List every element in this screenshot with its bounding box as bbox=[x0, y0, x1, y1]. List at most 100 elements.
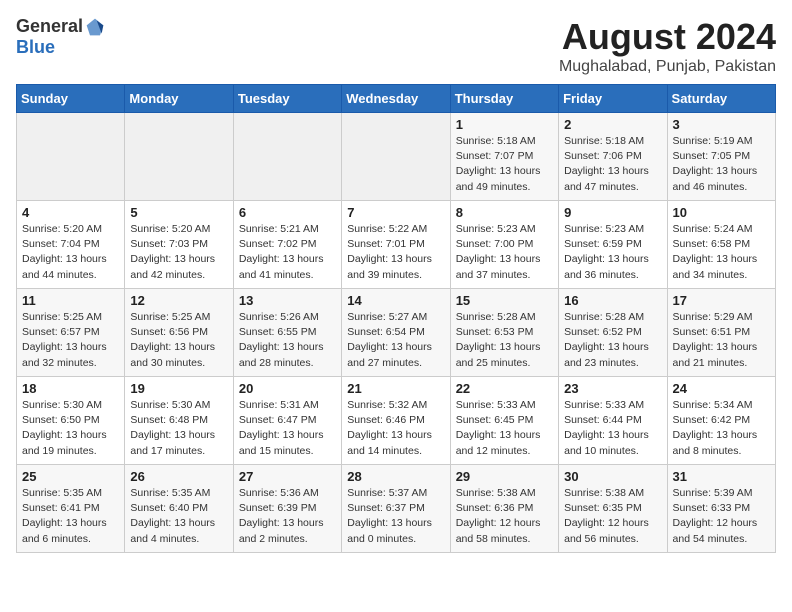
calendar-cell: 3Sunrise: 5:19 AMSunset: 7:05 PMDaylight… bbox=[667, 113, 775, 201]
day-info: Sunrise: 5:18 AMSunset: 7:06 PMDaylight:… bbox=[564, 134, 661, 195]
day-number: 8 bbox=[456, 205, 553, 220]
calendar-cell: 30 Sunrise: 5:38 AMSunset: 6:35 PMDayligh… bbox=[559, 465, 667, 553]
day-number: 6 bbox=[239, 205, 336, 220]
weekday-header-row: SundayMondayTuesdayWednesdayThursdayFrid… bbox=[17, 85, 776, 113]
calendar-cell: 11 Sunrise: 5:25 AMSunset: 6:57 PMDayligh… bbox=[17, 289, 125, 377]
month-title: August 2024 bbox=[559, 16, 776, 58]
day-number: 12 bbox=[130, 293, 227, 308]
calendar-cell: 28 Sunrise: 5:37 AMSunset: 6:37 PMDayligh… bbox=[342, 465, 450, 553]
calendar-cell bbox=[125, 113, 233, 201]
weekday-header-wednesday: Wednesday bbox=[342, 85, 450, 113]
calendar-week-row: 1 Sunrise: 5:18 AMSunset: 7:07 PMDaylight… bbox=[17, 113, 776, 201]
day-number: 19 bbox=[130, 381, 227, 396]
weekday-header-sunday: Sunday bbox=[17, 85, 125, 113]
calendar-cell: 24 Sunrise: 5:34 AMSunset: 6:42 PMDayligh… bbox=[667, 377, 775, 465]
day-info: Sunrise: 5:28 AMSunset: 6:52 PMDaylight:… bbox=[564, 310, 661, 371]
weekday-header-monday: Monday bbox=[125, 85, 233, 113]
day-number: 25 bbox=[22, 469, 119, 484]
day-number: 13 bbox=[239, 293, 336, 308]
day-info: Sunrise: 5:38 AMSunset: 6:36 PMDaylight:… bbox=[456, 486, 553, 547]
day-info: Sunrise: 5:25 AMSunset: 6:57 PMDaylight:… bbox=[22, 310, 119, 371]
day-info: Sunrise: 5:28 AMSunset: 6:53 PMDaylight:… bbox=[456, 310, 553, 371]
day-number: 2 bbox=[564, 117, 661, 132]
calendar-cell: 27Sunrise: 5:36 AMSunset: 6:39 PMDayligh… bbox=[233, 465, 341, 553]
calendar-cell: 17 Sunrise: 5:29 AMSunset: 6:51 PMDayligh… bbox=[667, 289, 775, 377]
calendar-table: SundayMondayTuesdayWednesdayThursdayFrid… bbox=[16, 84, 776, 553]
day-number: 24 bbox=[673, 381, 770, 396]
day-info: Sunrise: 5:27 AMSunset: 6:54 PMDaylight:… bbox=[347, 310, 444, 371]
day-info: Sunrise: 5:23 AMSunset: 7:00 PMDaylight:… bbox=[456, 222, 553, 283]
day-number: 31 bbox=[673, 469, 770, 484]
day-number: 1 bbox=[456, 117, 553, 132]
day-number: 16 bbox=[564, 293, 661, 308]
calendar-cell: 19Sunrise: 5:30 AMSunset: 6:48 PMDayligh… bbox=[125, 377, 233, 465]
day-info: Sunrise: 5:35 AMSunset: 6:41 PMDaylight:… bbox=[22, 486, 119, 547]
day-info: Sunrise: 5:20 AMSunset: 7:03 PMDaylight:… bbox=[130, 222, 227, 283]
day-info: Sunrise: 5:26 AMSunset: 6:55 PMDaylight:… bbox=[239, 310, 336, 371]
day-info: Sunrise: 5:25 AMSunset: 6:56 PMDaylight:… bbox=[130, 310, 227, 371]
day-info: Sunrise: 5:33 AMSunset: 6:44 PMDaylight:… bbox=[564, 398, 661, 459]
day-info: Sunrise: 5:23 AMSunset: 6:59 PMDaylight:… bbox=[564, 222, 661, 283]
day-info: Sunrise: 5:22 AMSunset: 7:01 PMDaylight:… bbox=[347, 222, 444, 283]
day-number: 10 bbox=[673, 205, 770, 220]
weekday-header-friday: Friday bbox=[559, 85, 667, 113]
calendar-cell: 4 Sunrise: 5:20 AMSunset: 7:04 PMDaylight… bbox=[17, 201, 125, 289]
day-info: Sunrise: 5:19 AMSunset: 7:05 PMDaylight:… bbox=[673, 134, 770, 195]
calendar-cell bbox=[342, 113, 450, 201]
day-number: 11 bbox=[22, 293, 119, 308]
day-info: Sunrise: 5:37 AMSunset: 6:37 PMDaylight:… bbox=[347, 486, 444, 547]
calendar-cell: 23 Sunrise: 5:33 AMSunset: 6:44 PMDayligh… bbox=[559, 377, 667, 465]
calendar-cell: 5 Sunrise: 5:20 AMSunset: 7:03 PMDaylight… bbox=[125, 201, 233, 289]
weekday-header-thursday: Thursday bbox=[450, 85, 558, 113]
logo-icon bbox=[85, 17, 105, 37]
location-title: Mughalabad, Punjab, Pakistan bbox=[559, 58, 776, 76]
calendar-week-row: 11 Sunrise: 5:25 AMSunset: 6:57 PMDayligh… bbox=[17, 289, 776, 377]
calendar-cell: 7Sunrise: 5:22 AMSunset: 7:01 PMDaylight… bbox=[342, 201, 450, 289]
day-number: 5 bbox=[130, 205, 227, 220]
logo-blue-text: Blue bbox=[16, 37, 55, 58]
day-number: 22 bbox=[456, 381, 553, 396]
day-number: 20 bbox=[239, 381, 336, 396]
day-info: Sunrise: 5:29 AMSunset: 6:51 PMDaylight:… bbox=[673, 310, 770, 371]
logo-general-text: General bbox=[16, 16, 83, 37]
calendar-cell: 13 Sunrise: 5:26 AMSunset: 6:55 PMDayligh… bbox=[233, 289, 341, 377]
day-number: 9 bbox=[564, 205, 661, 220]
calendar-week-row: 25 Sunrise: 5:35 AMSunset: 6:41 PMDayligh… bbox=[17, 465, 776, 553]
calendar-week-row: 4 Sunrise: 5:20 AMSunset: 7:04 PMDaylight… bbox=[17, 201, 776, 289]
calendar-cell: 29Sunrise: 5:38 AMSunset: 6:36 PMDayligh… bbox=[450, 465, 558, 553]
day-number: 14 bbox=[347, 293, 444, 308]
title-area: August 2024 Mughalabad, Punjab, Pakistan bbox=[559, 16, 776, 76]
day-info: Sunrise: 5:39 AMSunset: 6:33 PMDaylight:… bbox=[673, 486, 770, 547]
day-info: Sunrise: 5:30 AMSunset: 6:50 PMDaylight:… bbox=[22, 398, 119, 459]
calendar-cell: 8 Sunrise: 5:23 AMSunset: 7:00 PMDaylight… bbox=[450, 201, 558, 289]
day-number: 26 bbox=[130, 469, 227, 484]
calendar-cell: 6Sunrise: 5:21 AMSunset: 7:02 PMDaylight… bbox=[233, 201, 341, 289]
weekday-header-saturday: Saturday bbox=[667, 85, 775, 113]
calendar-cell: 26Sunrise: 5:35 AMSunset: 6:40 PMDayligh… bbox=[125, 465, 233, 553]
day-number: 28 bbox=[347, 469, 444, 484]
calendar-cell: 15 Sunrise: 5:28 AMSunset: 6:53 PMDayligh… bbox=[450, 289, 558, 377]
calendar-cell: 16 Sunrise: 5:28 AMSunset: 6:52 PMDayligh… bbox=[559, 289, 667, 377]
day-info: Sunrise: 5:18 AMSunset: 7:07 PMDaylight:… bbox=[456, 134, 553, 195]
calendar-cell bbox=[233, 113, 341, 201]
calendar-cell: 12 Sunrise: 5:25 AMSunset: 6:56 PMDayligh… bbox=[125, 289, 233, 377]
day-info: Sunrise: 5:34 AMSunset: 6:42 PMDaylight:… bbox=[673, 398, 770, 459]
weekday-header-tuesday: Tuesday bbox=[233, 85, 341, 113]
calendar-cell: 10Sunrise: 5:24 AMSunset: 6:58 PMDayligh… bbox=[667, 201, 775, 289]
day-number: 15 bbox=[456, 293, 553, 308]
day-number: 30 bbox=[564, 469, 661, 484]
calendar-cell: 1 Sunrise: 5:18 AMSunset: 7:07 PMDaylight… bbox=[450, 113, 558, 201]
logo: General Blue bbox=[16, 16, 105, 58]
calendar-cell: 2 Sunrise: 5:18 AMSunset: 7:06 PMDaylight… bbox=[559, 113, 667, 201]
page-header: General Blue August 2024 Mughalabad, Pun… bbox=[16, 16, 776, 76]
day-number: 18 bbox=[22, 381, 119, 396]
day-number: 4 bbox=[22, 205, 119, 220]
calendar-cell: 25 Sunrise: 5:35 AMSunset: 6:41 PMDayligh… bbox=[17, 465, 125, 553]
calendar-cell bbox=[17, 113, 125, 201]
day-info: Sunrise: 5:38 AMSunset: 6:35 PMDaylight:… bbox=[564, 486, 661, 547]
day-info: Sunrise: 5:36 AMSunset: 6:39 PMDaylight:… bbox=[239, 486, 336, 547]
day-number: 17 bbox=[673, 293, 770, 308]
day-number: 23 bbox=[564, 381, 661, 396]
day-info: Sunrise: 5:20 AMSunset: 7:04 PMDaylight:… bbox=[22, 222, 119, 283]
calendar-week-row: 18 Sunrise: 5:30 AMSunset: 6:50 PMDayligh… bbox=[17, 377, 776, 465]
